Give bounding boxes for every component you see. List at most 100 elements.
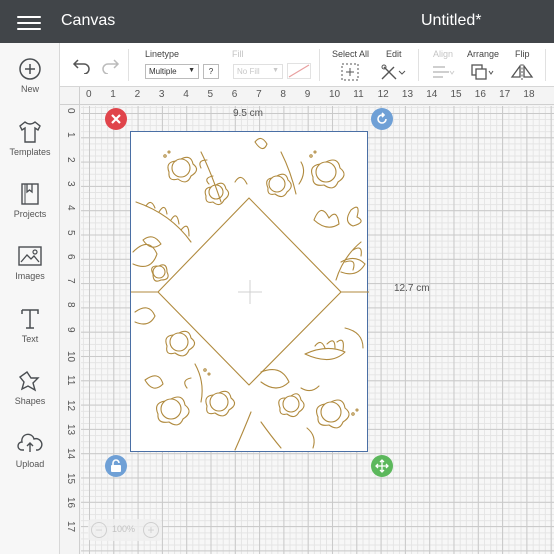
align-icon[interactable] <box>431 63 455 81</box>
ruler-tick-label: 3 <box>65 180 76 187</box>
chevron-down-icon: ▼ <box>272 67 279 74</box>
zoom-value: 100% <box>112 524 136 534</box>
ruler-corner <box>60 87 80 105</box>
zoom-control: − 100% + <box>88 519 162 541</box>
ruler-tick-label: 11 <box>353 89 364 100</box>
bookmark-book-icon <box>21 183 39 205</box>
fill-color-swatch[interactable] <box>287 63 311 79</box>
ruler-tick-label: 5 <box>65 229 76 236</box>
height-dimension-label: 12.7 cm <box>394 283 430 294</box>
ruler-tick-label: 9 <box>304 89 311 100</box>
ruler-tick-label: 0 <box>65 108 76 114</box>
edit-toolbar: Linetype Multiple ▼ ? Fill No Fill ▼ Sel… <box>60 43 554 87</box>
ruler-tick-label: 8 <box>280 89 286 100</box>
flip-label: Flip <box>515 49 530 59</box>
sidebar-item-label: New <box>20 84 39 94</box>
floral-frame-artwork <box>131 137 369 451</box>
ruler-tick-label: 12 <box>377 89 389 100</box>
sidebar-item-templates[interactable]: Templates <box>0 120 60 176</box>
ruler-tick-label: 4 <box>65 205 76 211</box>
selected-design[interactable] <box>130 131 369 452</box>
lock-handle[interactable] <box>105 455 127 477</box>
ruler-tick-label: 9 <box>65 326 76 333</box>
ruler-tick-label: 14 <box>65 448 76 460</box>
document-title[interactable]: Untitled* <box>421 12 481 30</box>
edit-scissors-icon[interactable] <box>380 63 406 81</box>
ruler-tick-label: 12 <box>65 399 76 411</box>
ruler-tick-label: 2 <box>134 89 141 100</box>
ruler-tick-label: 18 <box>523 89 535 100</box>
ruler-tick-label: 5 <box>207 89 214 100</box>
left-sidebar: New Templates Projects Images Text Shape… <box>0 43 60 554</box>
sidebar-item-upload[interactable]: Upload <box>0 432 60 488</box>
fill-select[interactable]: No Fill ▼ <box>233 64 283 79</box>
cloud-upload-icon <box>17 433 43 452</box>
ruler-tick-label: 15 <box>450 89 462 100</box>
ruler-tick-label: 3 <box>158 89 165 100</box>
fill-label: Fill <box>232 49 244 59</box>
sidebar-item-new[interactable]: New <box>0 57 60 113</box>
ruler-tick-label: 1 <box>65 132 76 138</box>
ruler-tick-label: 7 <box>65 278 76 284</box>
linetype-value: Multiple <box>149 67 177 76</box>
arrange-icon[interactable] <box>470 63 494 81</box>
ruler-tick-label: 13 <box>401 89 414 100</box>
chevron-down-icon: ▼ <box>188 67 195 74</box>
text-t-icon <box>21 309 39 329</box>
zoom-in-button[interactable]: + <box>143 522 159 538</box>
toolbar-divider <box>128 49 129 81</box>
sidebar-item-shapes[interactable]: Shapes <box>0 369 60 425</box>
sidebar-item-label: Projects <box>13 209 47 219</box>
image-icon <box>18 246 42 266</box>
left-ruler: 0 1 2 3 4 5 6 7 8 9 10 11 12 13 14 15 16 17 <box>60 105 80 554</box>
rotate-handle[interactable] <box>371 108 393 130</box>
ruler-tick-label: 11 <box>65 375 76 386</box>
flip-icon[interactable] <box>510 63 536 81</box>
linetype-select[interactable]: Multiple ▼ <box>145 64 199 79</box>
ruler-tick-label: 13 <box>65 423 76 436</box>
rotate-icon <box>377 112 387 124</box>
scale-handle[interactable] <box>371 455 393 477</box>
edit-label: Edit <box>386 49 402 59</box>
ruler-tick-label: 10 <box>65 351 76 363</box>
toolbar-divider <box>545 49 546 81</box>
plus-circle-icon <box>19 58 41 80</box>
linetype-label: Linetype <box>145 49 180 59</box>
hamburger-menu-icon[interactable] <box>17 12 41 32</box>
sidebar-item-images[interactable]: Images <box>0 244 60 300</box>
undo-icon[interactable] <box>72 56 92 74</box>
ruler-tick-label: 6 <box>65 253 76 260</box>
ruler-tick-label: 14 <box>426 89 438 100</box>
ruler-tick-label: 2 <box>65 156 76 163</box>
redo-icon[interactable] <box>100 56 120 74</box>
sidebar-item-label: Images <box>15 271 45 281</box>
unlock-icon <box>111 459 121 472</box>
ruler-tick-label: 16 <box>474 89 486 100</box>
shapes-icon <box>18 371 40 392</box>
ruler-tick-label: 10 <box>329 89 341 100</box>
sidebar-item-label: Shapes <box>14 396 46 406</box>
top-bar: Canvas Untitled* <box>0 0 554 43</box>
resize-arrows-icon <box>375 459 389 473</box>
ruler-tick-label: 8 <box>65 302 76 308</box>
fill-value: No Fill <box>237 67 260 76</box>
delete-handle[interactable] <box>105 108 127 130</box>
select-all-label: Select All <box>332 49 370 59</box>
zoom-out-button[interactable]: − <box>91 522 107 538</box>
sidebar-item-label: Text <box>21 334 39 344</box>
width-dimension-label: 9.5 cm <box>233 108 264 119</box>
linetype-help-button[interactable]: ? <box>203 64 219 79</box>
sidebar-item-label: Templates <box>9 147 51 157</box>
align-label: Align <box>433 49 454 59</box>
ruler-tick-label: 0 <box>86 89 92 100</box>
ruler-tick-label: 16 <box>65 496 76 508</box>
sidebar-item-text[interactable]: Text <box>0 307 60 363</box>
select-all-icon[interactable] <box>341 63 359 81</box>
ruler-tick-label: 7 <box>256 89 262 100</box>
toolbar-divider <box>418 49 419 81</box>
top-ruler: 0 1 2 3 4 5 6 7 8 9 10 11 12 13 14 15 16 17 18 <box>80 87 554 105</box>
ruler-tick-label: 6 <box>231 89 238 100</box>
sidebar-item-label: Upload <box>15 459 45 469</box>
sidebar-item-projects[interactable]: Projects <box>0 182 60 238</box>
app-title: Canvas <box>61 12 116 29</box>
